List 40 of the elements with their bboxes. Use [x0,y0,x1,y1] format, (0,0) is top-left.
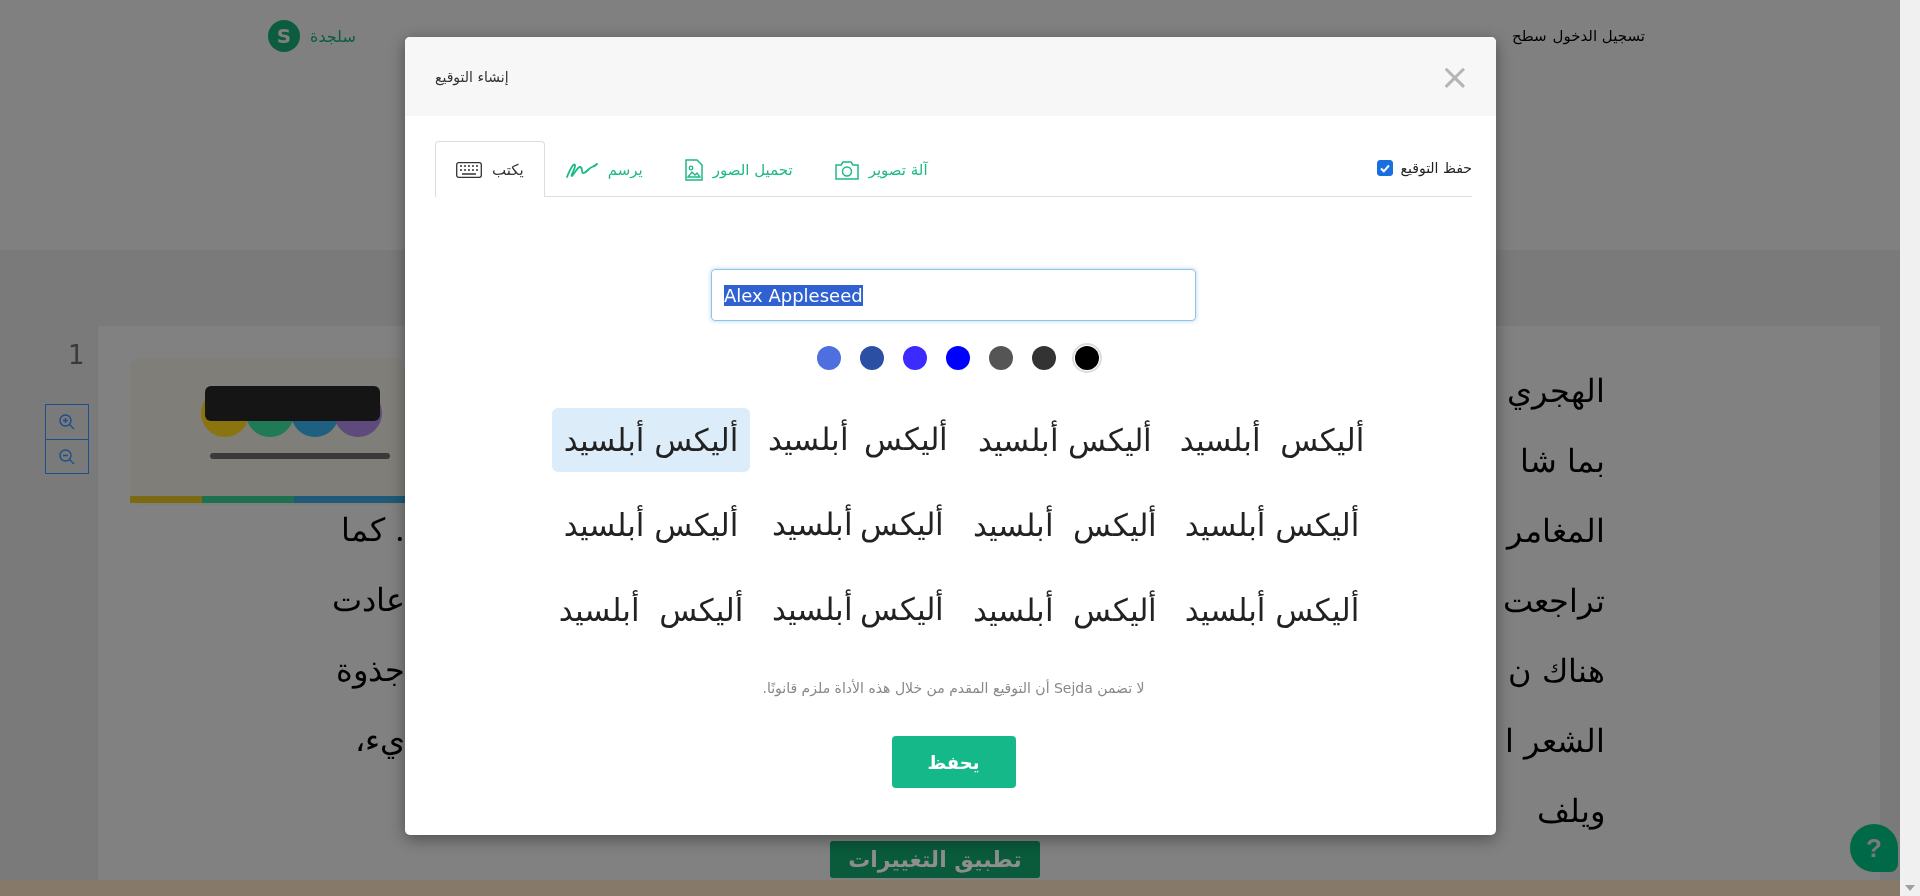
document-text-line: بما شا [1519,441,1605,482]
document-text-line: . كما [340,510,405,551]
document-text-line: الهجري [1507,371,1605,412]
document-text-line: جذوة [336,650,405,691]
signature-option[interactable]: أليكس أبلسيد [960,492,1170,557]
document-text-line: الشعر ا [1504,721,1605,762]
checkbox-label[interactable]: حفظ التوقيع [1400,160,1472,176]
signature-option[interactable]: أليكس أبلسيد [759,492,957,557]
scrollbar[interactable] [1900,0,1920,896]
disclaimer-text: لا تضمن Sejda أن التوقيع المقدم من خلال هذه الأداة ملزم قانونًا. [762,680,1145,696]
signature-option[interactable]: أليكس أبلسيد [551,492,751,557]
dialog-title: إنشاء التوقيع [435,68,509,85]
name-input-field[interactable]: Alex Appleseed [711,269,1196,321]
document-text-line: تراجعت [1503,581,1605,622]
squiggle-icon [565,160,598,179]
signature-option[interactable]: أليكس أبلسيد [551,407,751,472]
document-text-line: هناك ن [1507,651,1605,692]
keyboard-icon [456,161,482,178]
signature-option[interactable]: أليكس أبلسيد [1172,492,1372,557]
document-text-line: عادت [332,580,405,621]
page-number: 1 [68,340,85,370]
document-text-line: المغامر [1507,511,1605,552]
zoom-in-icon [58,413,76,431]
nav-link[interactable]: تسجيل الدخول [1552,27,1645,45]
signature-option[interactable]: أليكس أبلسيد [965,407,1165,472]
signature-option[interactable]: أليكس أبلسيد [546,577,756,642]
signature-option[interactable]: أليكس أبلسيد [755,407,961,472]
checkbox[interactable] [1376,160,1393,176]
tab[interactable]: يكتب [435,141,545,197]
document-text-line: ويلف [1537,791,1605,832]
document-text-line: يء، [355,720,405,761]
signature-option[interactable]: أليكس أبلسيد [759,577,957,642]
signature-option[interactable]: أليكس أبلسيد [1167,407,1377,472]
signature-option[interactable]: أليكس أبلسيد [960,577,1170,642]
image-file-icon [684,158,703,181]
zoom-out-icon [58,447,76,466]
camera-icon [834,159,859,180]
nav-link[interactable]: سطح [1512,27,1547,45]
signature-option[interactable]: أليكس أبلسيد [1172,577,1372,642]
color-swatch[interactable] [1071,343,1102,373]
